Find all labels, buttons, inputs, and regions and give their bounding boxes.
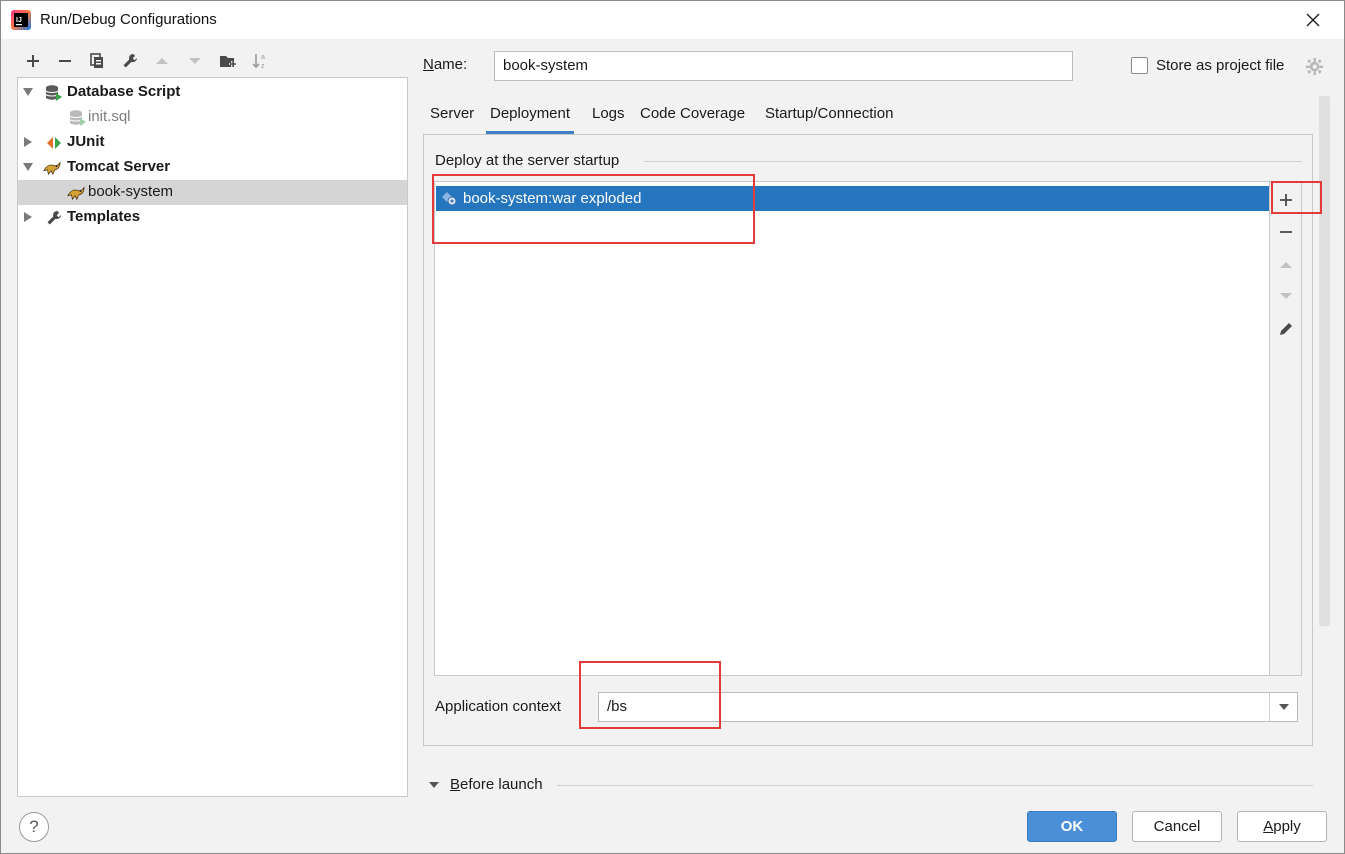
deployment-list[interactable]: book-system:war exploded xyxy=(434,181,1270,676)
name-label-rest: ame: xyxy=(433,56,468,73)
config-tree: Database Script init.sql JUnit Tomcat Se… xyxy=(17,77,408,797)
tree-item-book-system[interactable]: book-system xyxy=(18,180,407,205)
expand-arrow-icon[interactable] xyxy=(22,86,34,98)
context-dropdown-button[interactable] xyxy=(1269,693,1297,721)
edit-defaults-button[interactable] xyxy=(118,49,142,73)
copy-icon xyxy=(90,53,103,68)
sort-button[interactable]: az xyxy=(248,49,272,73)
new-folder-icon xyxy=(220,56,236,67)
name-field[interactable]: book-system xyxy=(494,51,1073,81)
gear-icon[interactable] xyxy=(1305,57,1324,76)
database-script-icon xyxy=(45,85,62,101)
svg-text:IJ: IJ xyxy=(16,17,22,24)
edit-icon xyxy=(1280,323,1292,335)
close-button[interactable] xyxy=(1300,7,1326,33)
store-as-project-file-checkbox[interactable] xyxy=(1131,57,1148,74)
move-up-icon xyxy=(1280,262,1292,268)
copy-config-button[interactable] xyxy=(85,49,109,73)
tree-item-junit[interactable]: JUnit xyxy=(18,130,407,155)
collapse-arrow-icon[interactable] xyxy=(22,211,34,223)
intellij-app-icon: IJ xyxy=(11,10,31,30)
remove-artifact-button[interactable] xyxy=(1273,219,1299,245)
move-artifact-up-button[interactable] xyxy=(1273,252,1299,278)
tab-server[interactable]: Server xyxy=(430,101,474,134)
add-icon xyxy=(1280,194,1292,206)
edit-artifact-button[interactable] xyxy=(1273,316,1299,342)
tree-label: init.sql xyxy=(88,108,131,125)
move-down-button[interactable] xyxy=(183,49,207,73)
tree-label: book-system xyxy=(88,183,174,200)
deployment-item[interactable]: book-system:war exploded xyxy=(436,186,1269,211)
move-down-icon xyxy=(1280,293,1292,299)
cancel-button[interactable]: Cancel xyxy=(1132,811,1222,842)
tree-label: JUnit xyxy=(67,133,105,150)
section-divider xyxy=(557,785,1313,786)
move-artifact-down-button[interactable] xyxy=(1273,283,1299,309)
move-up-icon xyxy=(156,58,168,64)
new-folder-button[interactable] xyxy=(216,49,240,73)
tree-item-database-script[interactable]: Database Script xyxy=(18,80,407,105)
expand-arrow-icon[interactable] xyxy=(22,161,34,173)
tab-code-coverage[interactable]: Code Coverage xyxy=(640,101,745,134)
apply-button[interactable]: Apply xyxy=(1237,811,1327,842)
ok-button[interactable]: OK xyxy=(1027,811,1117,842)
section-divider xyxy=(644,161,1302,162)
before-launch-label[interactable]: Before launch xyxy=(450,776,543,793)
add-artifact-button[interactable] xyxy=(1273,187,1299,213)
close-icon xyxy=(1306,13,1320,27)
application-context-label: Application context xyxy=(435,698,561,715)
tree-label: Tomcat Server xyxy=(67,158,171,175)
before-launch-label-rest: efore launch xyxy=(460,776,543,793)
chevron-down-icon xyxy=(1278,704,1289,710)
wrench-icon xyxy=(47,211,61,225)
remove-icon xyxy=(1280,231,1292,233)
run-debug-dialog: IJ Run/Debug Configurations a z Database… xyxy=(0,0,1345,854)
svg-text:a: a xyxy=(261,54,265,61)
title-bar: IJ Run/Debug Configurations xyxy=(1,1,1344,39)
add-icon xyxy=(27,55,39,67)
tree-item-tomcat-server[interactable]: Tomcat Server xyxy=(18,155,407,180)
tab-logs[interactable]: Logs xyxy=(592,101,625,134)
tomcat-icon xyxy=(43,161,61,176)
tree-item-templates[interactable]: Templates xyxy=(18,205,407,230)
deployment-item-label: book-system:war exploded xyxy=(463,190,642,207)
wrench-icon xyxy=(123,54,137,68)
sort-icon: az xyxy=(252,54,265,70)
move-up-button[interactable] xyxy=(150,49,174,73)
remove-config-button[interactable] xyxy=(53,49,77,73)
apply-label-rest: pply xyxy=(1273,818,1301,835)
deploy-section-title: Deploy at the server startup xyxy=(435,152,620,169)
move-down-icon xyxy=(189,58,201,64)
application-context-value[interactable]: /bs xyxy=(607,698,627,715)
add-config-button[interactable] xyxy=(21,49,45,73)
collapse-arrow-icon[interactable] xyxy=(22,136,34,148)
sql-file-icon xyxy=(69,110,86,126)
remove-icon xyxy=(59,60,71,62)
tree-item-init-sql[interactable]: init.sql xyxy=(18,105,407,130)
svg-text:z: z xyxy=(261,63,265,70)
help-button[interactable]: ? xyxy=(19,812,49,842)
tab-startup-connection[interactable]: Startup/Connection xyxy=(765,101,893,134)
store-as-project-file-label[interactable]: Store as project file xyxy=(1156,57,1284,74)
tomcat-icon xyxy=(67,186,85,201)
tree-label: Database Script xyxy=(67,83,181,100)
artifact-icon xyxy=(442,192,457,206)
tree-label: Templates xyxy=(67,208,141,225)
expand-arrow-icon[interactable] xyxy=(428,779,440,791)
tab-deployment[interactable]: Deployment xyxy=(485,101,575,134)
junit-icon xyxy=(47,137,61,149)
application-context-combo[interactable]: /bs xyxy=(598,692,1298,722)
window-title: Run/Debug Configurations xyxy=(40,11,217,28)
name-label: Name: xyxy=(423,56,468,73)
panel-scrollbar[interactable] xyxy=(1319,96,1330,626)
